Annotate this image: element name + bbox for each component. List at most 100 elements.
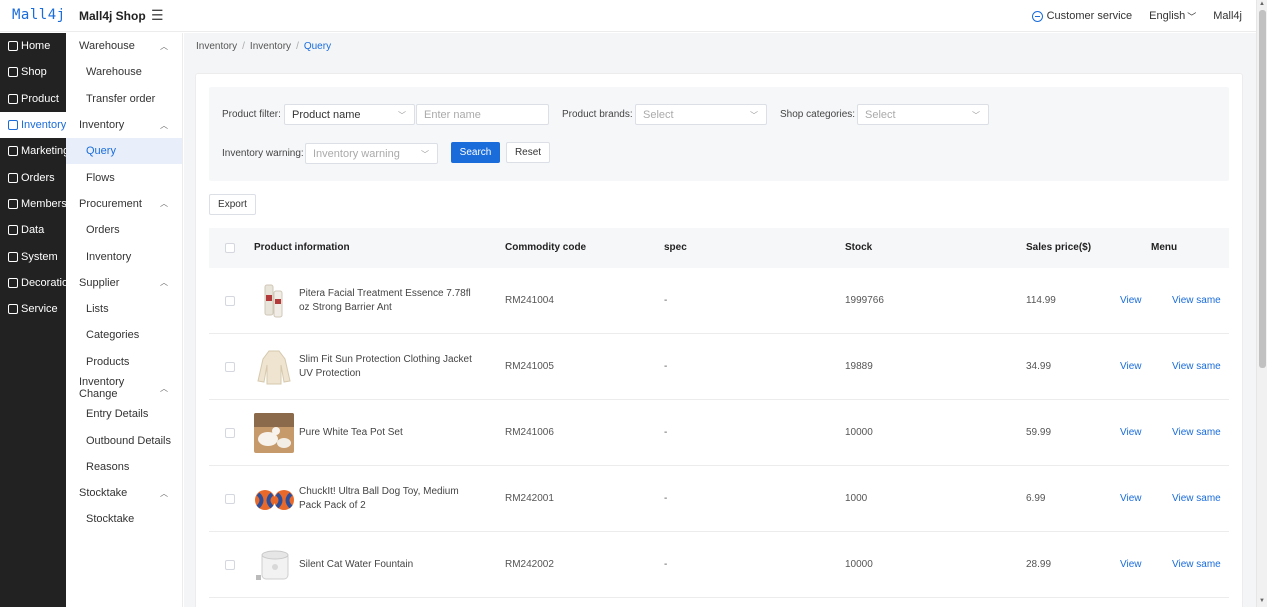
submenu-item-warehouse[interactable]: Warehouse — [66, 59, 182, 85]
product-thumbnail[interactable] — [254, 545, 294, 585]
view-link[interactable]: View — [1120, 427, 1142, 438]
dog-ball-image — [254, 479, 294, 519]
user-name[interactable]: Mall4j — [1213, 10, 1242, 22]
sub-menu: Warehouse ︿ Warehouse Transfer order Inve… — [66, 33, 183, 607]
stock-value: 1000 — [845, 493, 868, 504]
chat-icon — [1031, 10, 1043, 22]
submenu-item-flows[interactable]: Flows — [66, 164, 182, 190]
search-button[interactable]: Search — [451, 142, 500, 163]
submenu-item-inventory[interactable]: Inventory — [66, 243, 182, 269]
product-name: Slim Fit Sun Protection Clothing Jacket … — [299, 354, 472, 379]
product-thumbnail[interactable] — [254, 479, 294, 519]
sidebar-item-data[interactable]: Data — [0, 217, 66, 243]
column-commodity-code: Commodity code — [505, 242, 587, 253]
inventory-warning-label: Inventory warning: — [222, 148, 304, 159]
submenu-item-transfer-order[interactable]: Transfer order — [66, 86, 182, 112]
product-thumbnail[interactable] — [254, 413, 294, 453]
sales-price: 114.99 — [1026, 295, 1056, 306]
page-scrollbar[interactable]: ▲ ▼ — [1256, 0, 1267, 607]
decoration-icon — [8, 277, 18, 288]
sidebar-item-inventory[interactable]: Inventory — [0, 111, 66, 139]
sidebar-item-product[interactable]: Product — [0, 86, 66, 112]
product-brands-select[interactable]: Select ﹀ — [635, 104, 767, 125]
view-link[interactable]: View — [1120, 295, 1142, 306]
breadcrumb-item[interactable]: Inventory — [250, 41, 291, 52]
view-same-link[interactable]: View same — [1172, 295, 1221, 306]
scrollbar-thumb[interactable] — [1259, 10, 1266, 368]
shop-categories-select[interactable]: Select ﹀ — [857, 104, 989, 125]
submenu-item-query[interactable]: Query — [66, 138, 182, 165]
submenu-item-categories[interactable]: Categories — [66, 322, 182, 348]
sidebar-item-members[interactable]: Members — [0, 191, 67, 217]
spec-value: - — [664, 493, 668, 504]
view-link[interactable]: View — [1120, 361, 1142, 372]
sales-price: 59.99 — [1026, 427, 1052, 438]
product-thumbnail[interactable] — [254, 281, 294, 321]
breadcrumb-item[interactable]: Inventory — [196, 41, 237, 52]
submenu-item-orders[interactable]: Orders — [66, 217, 182, 243]
sidebar-item-decoration[interactable]: Decoration — [0, 270, 74, 296]
sidebar-item-orders[interactable]: Orders — [0, 164, 66, 190]
commodity-code: RM241005 — [505, 361, 554, 372]
tea-pot-image — [254, 413, 294, 453]
submenu-group-inventory-change[interactable]: Inventory Change ︿ — [66, 375, 182, 401]
view-same-link[interactable]: View same — [1172, 493, 1221, 504]
view-link[interactable]: View — [1120, 493, 1142, 504]
shop-name: Mall4j Shop — [79, 9, 146, 23]
chevron-up-icon: ︿ — [160, 488, 168, 498]
row-checkbox[interactable] — [225, 494, 235, 504]
sidebar-item-home[interactable]: Home — [0, 33, 66, 59]
customer-service-link[interactable]: Customer service — [1031, 10, 1132, 22]
product-filter-select[interactable]: Product name ﹀ — [284, 104, 415, 125]
sidebar-item-service[interactable]: Service — [0, 296, 66, 322]
menu-collapse-icon[interactable]: ☰ — [151, 8, 164, 22]
members-icon — [8, 198, 18, 209]
scroll-down-icon[interactable]: ▼ — [1259, 598, 1265, 604]
sidebar-item-shop[interactable]: Shop — [0, 59, 66, 85]
row-checkbox[interactable] — [225, 428, 235, 438]
spec-value: - — [664, 559, 668, 570]
submenu-group-inventory[interactable]: Inventory ︿ — [66, 112, 182, 138]
submenu-group-supplier[interactable]: Supplier ︿ — [66, 270, 182, 296]
submenu-item-reasons[interactable]: Reasons — [66, 454, 182, 480]
stock-value: 10000 — [845, 427, 873, 438]
select-all-checkbox[interactable] — [225, 243, 235, 253]
main-area: Inventory / Inventory / Query Product fi… — [184, 33, 1256, 607]
view-same-link[interactable]: View same — [1172, 559, 1221, 570]
view-same-link[interactable]: View same — [1172, 427, 1221, 438]
row-checkbox[interactable] — [225, 296, 235, 306]
sidebar-item-label: Service — [21, 303, 58, 316]
view-same-link[interactable]: View same — [1172, 361, 1221, 372]
chevron-up-icon: ︿ — [160, 41, 168, 51]
inventory-warning-select[interactable]: Inventory warning ﹀ — [305, 143, 438, 164]
name-input[interactable]: Enter name — [416, 104, 549, 125]
language-dropdown[interactable]: English ﹀ — [1149, 10, 1196, 23]
breadcrumb-separator: / — [296, 41, 299, 52]
main-sidebar: Home Shop Product Inventory Marketing Or… — [0, 33, 74, 607]
service-icon — [8, 304, 18, 315]
sidebar-item-label: Home — [21, 40, 51, 53]
stock-value: 1999766 — [845, 295, 884, 306]
row-checkbox[interactable] — [225, 362, 235, 372]
product-thumbnail[interactable] — [254, 347, 294, 387]
logo[interactable]: Mall4j — [12, 7, 66, 23]
sidebar-item-marketing[interactable]: Marketing — [0, 138, 69, 164]
product-name: ChuckIt! Ultra Ball Dog Toy, Medium Pack… — [299, 486, 459, 511]
reset-button[interactable]: Reset — [506, 142, 550, 163]
product-filter-label: Product filter: — [222, 109, 281, 120]
scroll-up-icon[interactable]: ▲ — [1259, 1, 1265, 7]
submenu-item-entry-details[interactable]: Entry Details — [66, 401, 182, 427]
row-checkbox[interactable] — [225, 560, 235, 570]
submenu-item-products[interactable]: Products — [66, 349, 182, 375]
view-link[interactable]: View — [1120, 559, 1142, 570]
sidebar-item-system[interactable]: System — [0, 243, 66, 269]
submenu-group-warehouse[interactable]: Warehouse ︿ — [66, 33, 182, 59]
submenu-item-outbound-details[interactable]: Outbound Details — [66, 427, 182, 453]
top-header: Mall4j Mall4j Shop ☰ Customer service En… — [0, 0, 1256, 32]
submenu-group-stocktake[interactable]: Stocktake ︿ — [66, 480, 182, 506]
submenu-item-stocktake[interactable]: Stocktake — [66, 506, 182, 532]
submenu-item-lists[interactable]: Lists — [66, 296, 182, 322]
export-button[interactable]: Export — [209, 194, 256, 215]
submenu-group-procurement[interactable]: Procurement ︿ — [66, 191, 182, 217]
chevron-down-icon: ﹀ — [398, 111, 406, 120]
